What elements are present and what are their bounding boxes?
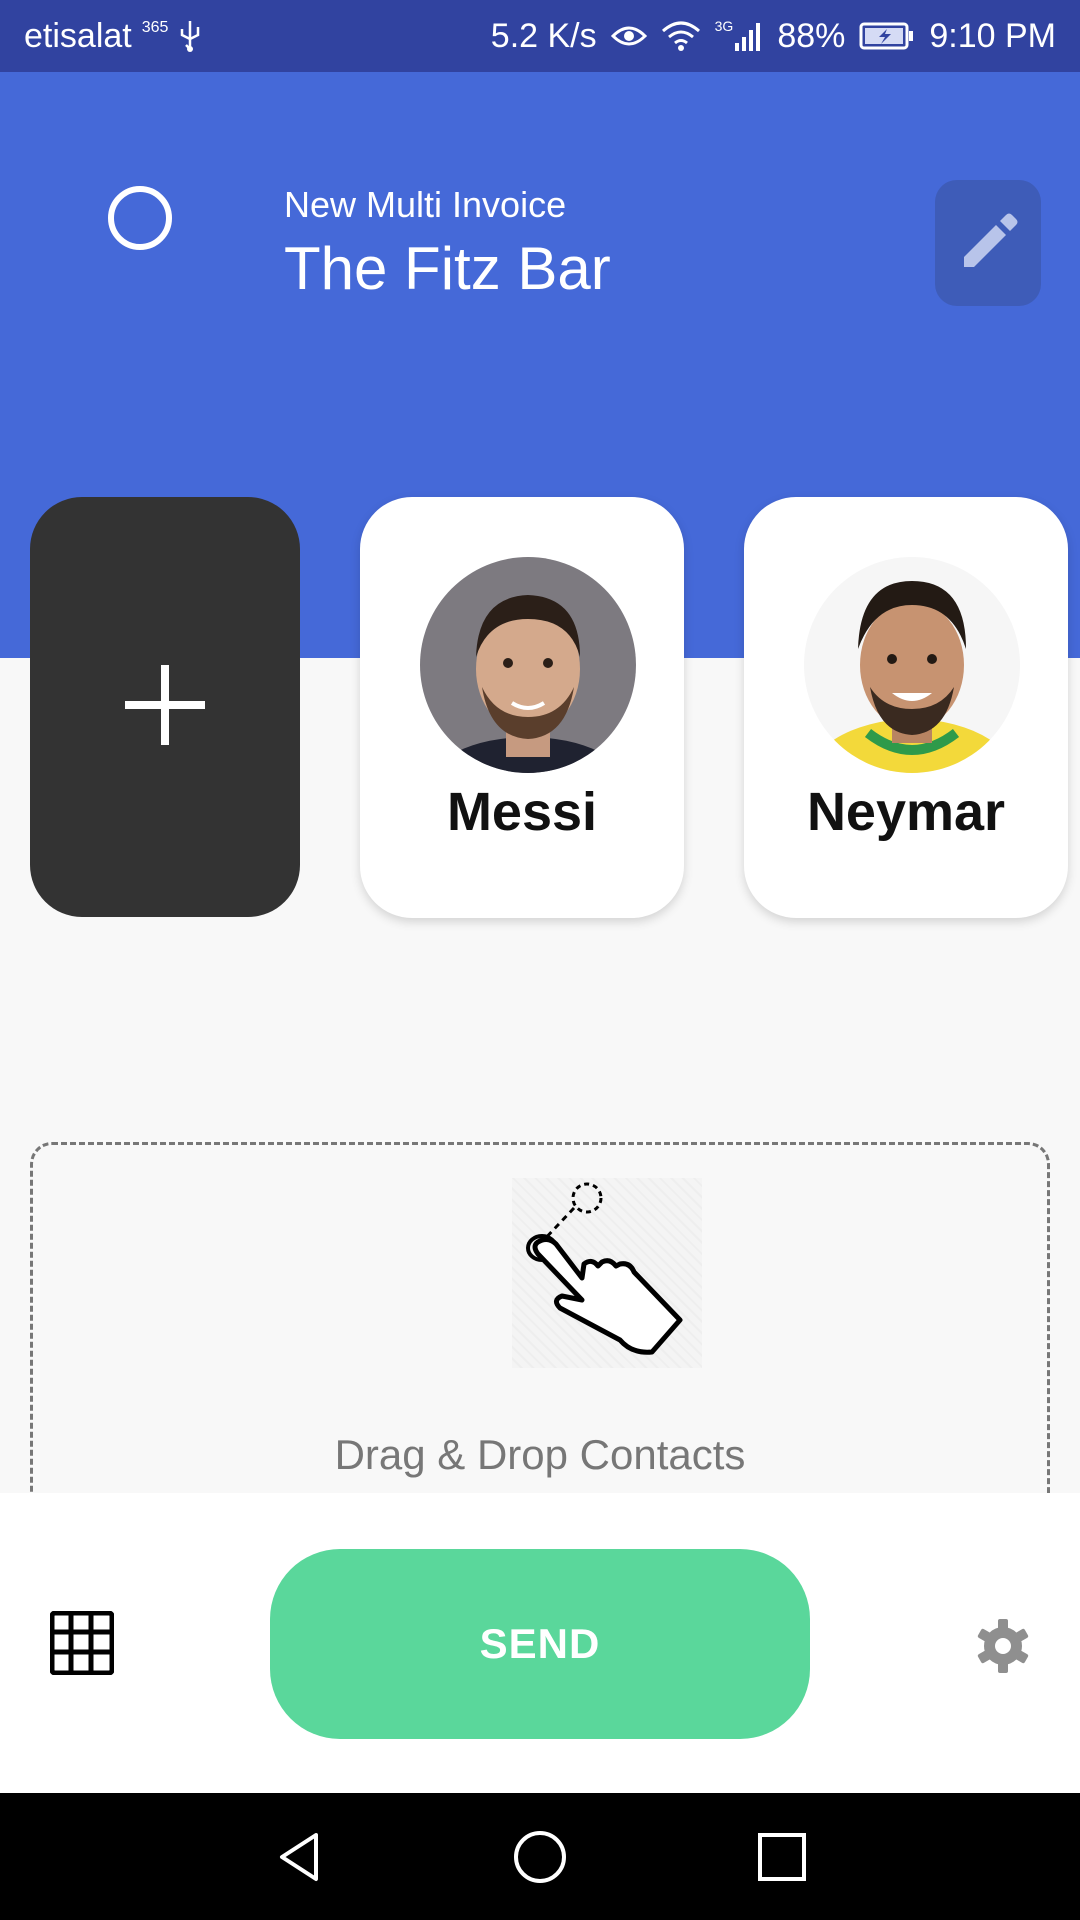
grid-icon[interactable]	[49, 1610, 115, 1676]
plus-icon	[125, 664, 205, 750]
drag-hand-icon	[512, 1178, 702, 1368]
network-speed: 5.2 K/s	[490, 16, 597, 55]
contact-card-messi[interactable]: Messi	[360, 497, 684, 918]
select-circle-icon[interactable]	[108, 186, 172, 250]
contact-card-neymar[interactable]: Neymar	[744, 497, 1068, 918]
pencil-icon	[956, 209, 1020, 278]
send-button[interactable]: SEND	[270, 1549, 810, 1739]
usb-icon	[178, 19, 202, 53]
gear-icon[interactable]	[976, 1619, 1030, 1673]
bottom-bar: SEND	[0, 1493, 1080, 1793]
status-bar: etisalat 365 5.2 K/s 3G 88% 9:10 PM	[0, 0, 1080, 72]
avatar	[804, 557, 1020, 773]
carrier-badge: 365	[141, 19, 169, 36]
avatar	[420, 557, 636, 773]
wifi-icon	[661, 21, 701, 51]
clock: 9:10 PM	[929, 16, 1056, 55]
invoice-title: The Fitz Bar	[284, 235, 611, 302]
home-icon[interactable]	[512, 1829, 568, 1885]
eye-icon	[610, 22, 647, 50]
carrier-name: etisalat	[24, 16, 132, 55]
network-type: 3G	[714, 18, 734, 34]
add-contact-card[interactable]	[30, 497, 300, 917]
contact-name: Messi	[446, 782, 598, 842]
battery-percent: 88%	[777, 16, 846, 55]
invoice-subtitle: New Multi Invoice	[284, 184, 567, 225]
contact-name: Neymar	[806, 782, 1006, 842]
recents-icon[interactable]	[754, 1829, 810, 1885]
back-icon[interactable]	[272, 1829, 328, 1885]
edit-button[interactable]	[935, 180, 1041, 306]
signal-icon	[733, 21, 763, 51]
nav-bar	[0, 1793, 1080, 1920]
battery-charging-icon	[859, 21, 915, 51]
drop-zone-label: Drag & Drop Contacts	[334, 1431, 746, 1478]
